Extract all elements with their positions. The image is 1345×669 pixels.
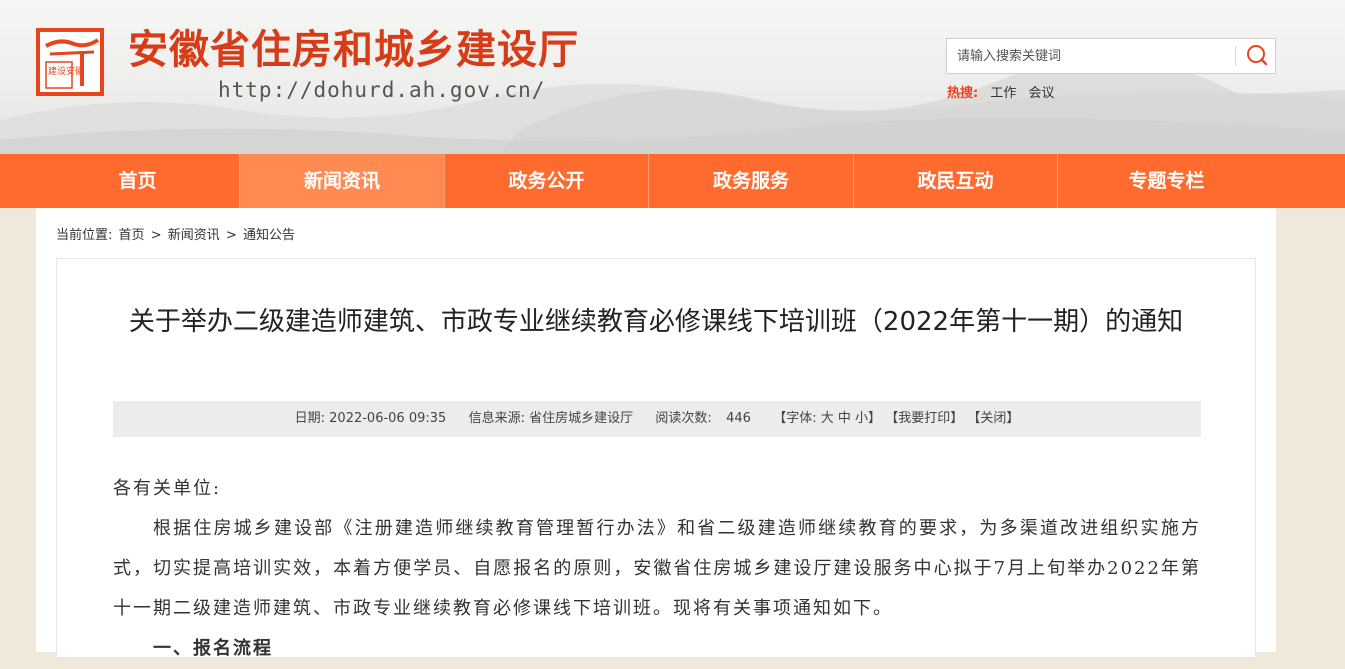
site-title[interactable]: 安徽省住房和城乡建设厅 <box>128 26 579 74</box>
breadcrumb: 当前位置: 首页 > 新闻资讯 > 通知公告 <box>56 224 297 243</box>
font-small-button[interactable]: 小】 <box>855 411 881 426</box>
breadcrumb-item-notices[interactable]: 通知公告 <box>243 228 295 243</box>
article-meta-bar: 日期: 2022-06-06 09:35 信息来源: 省住房城乡建设厅 阅读次数… <box>113 401 1201 437</box>
content-container: 当前位置: 首页 > 新闻资讯 > 通知公告 关于举办二级建造师建筑、市政专业继… <box>36 208 1276 659</box>
source-label: 信息来源: <box>468 411 525 426</box>
main-nav: 首页 新闻资讯 政务公开 政务服务 政民互动 专题专栏 <box>0 154 1345 208</box>
search-input[interactable] <box>947 39 1233 73</box>
breadcrumb-separator: > <box>225 228 237 243</box>
nav-item-news[interactable]: 新闻资讯 <box>240 154 445 208</box>
article-paragraph: 根据住房城乡建设部《注册建造师继续教育管理暂行办法》和省二级建造师继续教育的要求… <box>113 518 1201 619</box>
views-label: 阅读次数: <box>655 411 712 426</box>
hot-search-link[interactable]: 会议 <box>1029 86 1055 101</box>
nav-item-government-affairs[interactable]: 政务公开 <box>445 154 649 208</box>
breadcrumb-item-news[interactable]: 新闻资讯 <box>168 228 220 243</box>
search-button[interactable] <box>1239 40 1275 72</box>
logo-emblem-icon: 建设安徽 <box>45 38 100 89</box>
breadcrumb-prefix: 当前位置: <box>56 228 113 243</box>
section-heading: 一、报名流程 <box>153 638 273 659</box>
site-logo[interactable]: 建设安徽 <box>36 28 104 96</box>
nav-item-home[interactable]: 首页 <box>36 154 240 208</box>
close-button[interactable]: 【关闭】 <box>967 411 1019 426</box>
date-label: 日期: <box>294 411 326 426</box>
font-medium-button[interactable]: 中 <box>838 411 851 426</box>
font-size-label: 【字体: <box>773 411 817 426</box>
article-body: 各有关单位: 根据住房城乡建设部《注册建造师继续教育管理暂行办法》和省二级建造师… <box>113 469 1201 669</box>
nav-item-special-topics[interactable]: 专题专栏 <box>1058 154 1275 208</box>
hot-search-label: 热搜: <box>947 86 979 101</box>
site-url: http://dohurd.ah.gov.cn/ <box>218 78 546 102</box>
nav-item-government-services[interactable]: 政务服务 <box>649 154 854 208</box>
site-header: 建设安徽 安徽省住房和城乡建设厅 http://dohurd.ah.gov.cn… <box>0 0 1345 154</box>
font-large-button[interactable]: 大 <box>821 411 834 426</box>
hot-search-link[interactable]: 工作 <box>990 86 1016 101</box>
breadcrumb-item-home[interactable]: 首页 <box>119 228 145 243</box>
search-icon <box>1247 45 1268 66</box>
search-divider <box>1235 46 1236 66</box>
source-value: 省住房城乡建设厅 <box>529 411 634 426</box>
views-count: 446 <box>726 411 751 426</box>
breadcrumb-separator: > <box>150 228 162 243</box>
nav-item-interaction[interactable]: 政民互动 <box>854 154 1058 208</box>
hot-search: 热搜: 工作 会议 <box>947 82 1055 101</box>
search-box <box>946 38 1276 74</box>
date-value: 2022-06-06 09:35 <box>329 411 447 426</box>
article-panel: 关于举办二级建造师建筑、市政专业继续教育必修课线下培训班（2022年第十一期）的… <box>56 258 1256 659</box>
article-salutation: 各有关单位: <box>113 478 222 499</box>
print-button[interactable]: 【我要打印】 <box>885 411 963 426</box>
article-title: 关于举办二级建造师建筑、市政专业继续教育必修课线下培训班（2022年第十一期）的… <box>128 307 1184 337</box>
mountain-background <box>0 58 1345 154</box>
logo-text: 建设安徽 <box>48 65 84 77</box>
